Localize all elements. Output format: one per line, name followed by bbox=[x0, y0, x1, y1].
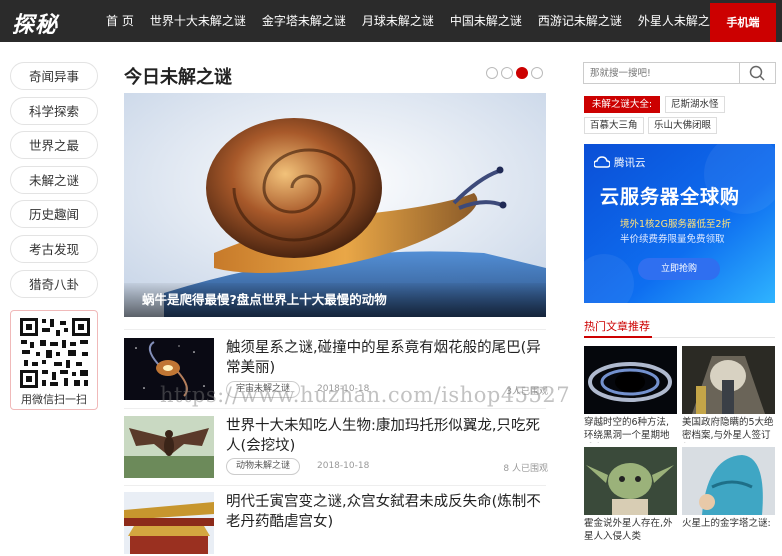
slider-dot[interactable] bbox=[501, 67, 513, 79]
top-navbar: 探秘 首 页 世界十大未解之谜 金字塔未解之谜 月球未解之谜 中国未解之谜 西游… bbox=[0, 0, 782, 42]
ad-banner[interactable]: 腾讯云 云服务器全球购 境外1核2G服务器低至2折 半价续费券限量免费领取 立即… bbox=[584, 144, 775, 303]
article-meta: 动物未解之谜 2018-10-18 8 人已围观 bbox=[226, 458, 548, 476]
search-button[interactable] bbox=[739, 63, 775, 83]
article-thumbnail[interactable] bbox=[124, 416, 214, 478]
ad-brand: 腾讯云 bbox=[614, 157, 646, 169]
qr-code-image bbox=[18, 316, 92, 390]
slider-dot-active[interactable] bbox=[516, 67, 528, 79]
recommend-title: 热门文章推荐 bbox=[584, 320, 650, 333]
article-item[interactable]: 世界十大未知吃人生物:康加玛托形似翼龙,只吃死人(会挖坟) 动物未解之谜 201… bbox=[124, 416, 548, 480]
slider-dots bbox=[486, 67, 546, 79]
search-input[interactable] bbox=[584, 63, 739, 83]
main-nav: 首 页 世界十大未解之谜 金字塔未解之谜 月球未解之谜 中国未解之谜 西游记未解… bbox=[98, 0, 730, 42]
hot-keywords-label: 未解之谜大全: bbox=[584, 96, 660, 113]
wechat-qr-box: 用微信扫一扫 bbox=[10, 310, 98, 410]
category-science[interactable]: 科学探索 bbox=[10, 96, 98, 125]
article-views: 8 人已围观 bbox=[503, 464, 548, 474]
search-box bbox=[583, 62, 776, 84]
recommend-item[interactable]: 美国政府隐瞒的5大绝密档案,与外星人签订保 bbox=[682, 346, 775, 443]
keyword-nessie[interactable]: 尼斯湖水怪 bbox=[665, 96, 725, 113]
nav-world-top10[interactable]: 世界十大未解之谜 bbox=[142, 0, 254, 42]
divider bbox=[124, 408, 546, 409]
recommend-thumbnail[interactable] bbox=[584, 447, 677, 515]
ad-title: 云服务器全球购 bbox=[600, 186, 741, 208]
nav-journey-west[interactable]: 西游记未解之谜 bbox=[530, 0, 630, 42]
category-world-records[interactable]: 世界之最 bbox=[10, 131, 98, 160]
mobile-site-button[interactable]: 手机端 bbox=[710, 3, 776, 42]
cloud-logo-icon bbox=[594, 156, 610, 168]
site-logo[interactable]: 探秘 bbox=[12, 7, 58, 39]
category-mysteries[interactable]: 未解之谜 bbox=[10, 165, 98, 194]
nav-pyramid[interactable]: 金字塔未解之谜 bbox=[254, 0, 354, 42]
nav-home[interactable]: 首 页 bbox=[98, 0, 142, 42]
recommend-thumbnail[interactable] bbox=[682, 447, 775, 515]
recommend-caption[interactable]: 美国政府隐瞒的5大绝密档案,与外星人签订保 bbox=[682, 416, 775, 443]
hero-caption[interactable]: 蜗牛是爬得最慢?盘点世界上十大最慢的动物 bbox=[124, 283, 546, 317]
recommend-thumbnail[interactable] bbox=[682, 346, 775, 414]
recommend-item[interactable]: 穿越时空的6种方法,环绕黑洞一个星期地球竟 bbox=[584, 346, 677, 443]
divider bbox=[124, 485, 546, 486]
ad-line-1: 境外1核2G服务器低至2折 bbox=[620, 219, 731, 230]
recommend-caption[interactable]: 火星上的金字塔之谜: bbox=[682, 517, 775, 544]
divider bbox=[124, 329, 546, 330]
article-title[interactable]: 明代壬寅宫变之谜,众宫女弑君未成反失命(炼制不老丹药酷虐宫女) bbox=[226, 492, 548, 532]
nav-moon[interactable]: 月球未解之谜 bbox=[354, 0, 442, 42]
article-tag[interactable]: 动物未解之谜 bbox=[226, 458, 301, 475]
ad-line-2: 半价续费券限量免费领取 bbox=[620, 234, 725, 245]
title-underline bbox=[584, 336, 652, 338]
article-title[interactable]: 世界十大未知吃人生物:康加玛托形似翼龙,只吃死人(会挖坟) bbox=[226, 416, 548, 456]
recommend-caption[interactable]: 霍金说外星人存在,外星人入侵人类 bbox=[584, 517, 677, 544]
slider-dot[interactable] bbox=[486, 67, 498, 79]
article-title[interactable]: 触须星系之谜,碰撞中的星系竟有烟花般的尾巴(异常美丽) bbox=[226, 338, 548, 378]
category-sidebar: 奇闻异事 科学探索 世界之最 未解之谜 历史趣闻 考古发现 猎奇八卦 bbox=[10, 62, 98, 304]
watermark-overlay: https://www.huzhan.com/ishop45527 bbox=[160, 383, 571, 407]
recommend-item[interactable]: 火星上的金字塔之谜: bbox=[682, 447, 775, 544]
category-oddities[interactable]: 奇闻异事 bbox=[10, 62, 98, 90]
nav-china[interactable]: 中国未解之谜 bbox=[442, 0, 530, 42]
recommend-thumbnail[interactable] bbox=[584, 346, 677, 414]
recommend-item[interactable]: 霍金说外星人存在,外星人入侵人类 bbox=[584, 447, 677, 544]
search-icon bbox=[749, 65, 765, 81]
article-item[interactable]: 明代壬寅宫变之谜,众宫女弑君未成反失命(炼制不老丹药酷虐宫女) bbox=[124, 492, 546, 556]
recommend-caption[interactable]: 穿越时空的6种方法,环绕黑洞一个星期地球竟 bbox=[584, 416, 677, 443]
keyword-leshan-buddha[interactable]: 乐山大佛闭眼 bbox=[648, 117, 718, 134]
section-title: 今日未解之谜 bbox=[124, 67, 232, 88]
category-gossip[interactable]: 猎奇八卦 bbox=[10, 269, 98, 298]
keyword-bermuda[interactable]: 百慕大三角 bbox=[584, 117, 644, 134]
slider-dot[interactable] bbox=[531, 67, 543, 79]
article-thumbnail[interactable] bbox=[124, 492, 214, 554]
ad-buy-button[interactable]: 立即抢购 bbox=[638, 258, 720, 280]
hero-slide[interactable]: 蜗牛是爬得最慢?盘点世界上十大最慢的动物 bbox=[124, 93, 546, 317]
category-history[interactable]: 历史趣闻 bbox=[10, 200, 98, 229]
qr-caption: 用微信扫一扫 bbox=[21, 393, 87, 406]
article-date: 2018-10-18 bbox=[317, 461, 370, 471]
category-archaeology[interactable]: 考古发现 bbox=[10, 234, 98, 263]
